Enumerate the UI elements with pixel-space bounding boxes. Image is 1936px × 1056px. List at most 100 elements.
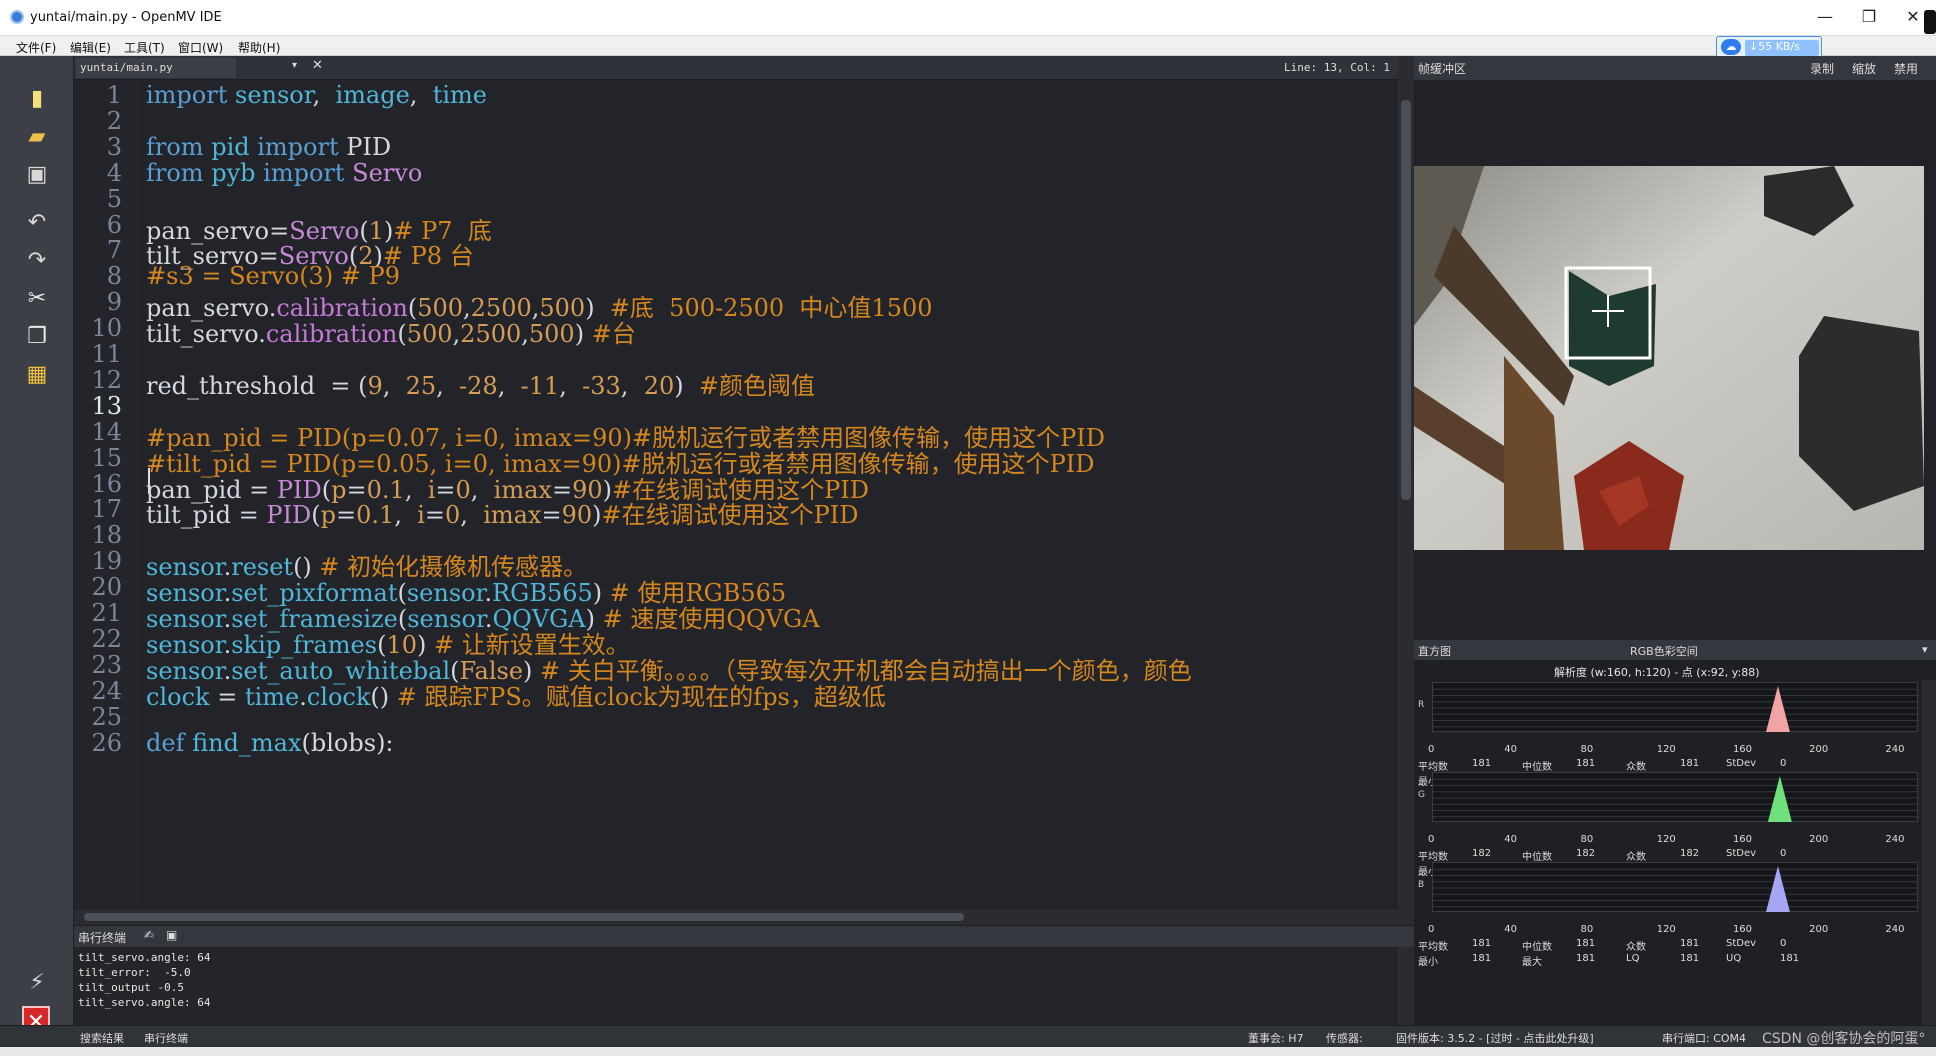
histogram-scrollbar[interactable] <box>1922 680 1936 1025</box>
editor-vertical-scrollbar[interactable] <box>1398 80 1414 910</box>
openmv-app-icon <box>10 10 24 24</box>
line-number: 24 <box>91 676 122 705</box>
window-title: yuntai/main.py - OpenMV IDE <box>30 10 222 25</box>
cursor-position: Line: 13, Col: 1 <box>1284 61 1390 74</box>
histogram-tick-label: 0 <box>1428 744 1435 755</box>
network-speed-widget[interactable]: ☁ ↓55 KB/s <box>1716 36 1822 58</box>
code-line: tilt_pid = PID(p=0.1, i=0, imax=90)#在线调试… <box>146 501 859 530</box>
connect-icon[interactable]: ⚡ <box>22 968 52 998</box>
stat-value-median: 182 <box>1576 848 1596 859</box>
minimize-button[interactable]: — <box>1808 6 1842 28</box>
line-number: 17 <box>91 495 122 524</box>
menu-bar: 文件(F) 编辑(E) 工具(T) 窗口(W) 帮助(H) <box>0 36 1936 56</box>
stat-label-median: 中位数 <box>1522 852 1552 863</box>
menu-window[interactable]: 窗口(W) <box>178 39 223 56</box>
firmware-version[interactable]: 固件版本: 3.5.2 - [过时 - 点击此处升级] <box>1396 1030 1594 1046</box>
histogram-header: 直方图 RGB色彩空间 ▾ <box>1414 640 1936 660</box>
camera-frame-image <box>1414 166 1924 550</box>
editor-horizontal-scrollbar[interactable] <box>74 910 1398 924</box>
terminal-save-icon[interactable]: ▣ <box>166 928 177 942</box>
stat-label-mode: 众数 <box>1626 942 1646 953</box>
new-file-icon[interactable]: ▮ <box>22 84 52 114</box>
record-button[interactable]: 录制 <box>1810 60 1834 77</box>
histogram-tick-label: 240 <box>1885 924 1905 935</box>
line-number: 11 <box>91 340 122 368</box>
board-info: 董事会: H7 <box>1248 1032 1304 1045</box>
undo-icon[interactable]: ↶ <box>22 208 52 238</box>
line-number: 1 <box>106 81 122 109</box>
code-line: from pid import PID <box>146 132 392 161</box>
stat-value-stdev: 0 <box>1780 938 1787 949</box>
stat-label-mode: 众数 <box>1626 762 1646 773</box>
stat-label-median: 中位数 <box>1522 942 1552 953</box>
side-pin-widget[interactable] <box>1924 10 1936 34</box>
serial-terminal-header: 串行终端 ✍ ▣ <box>74 925 1414 947</box>
line-number: 10 <box>91 314 122 343</box>
stat-value-median: 181 <box>1576 758 1596 769</box>
stat-value-mode: 182 <box>1680 848 1700 859</box>
code-line: tilt_servo.calibration(500,2500,500) #台 <box>146 320 636 349</box>
framebuffer-view[interactable] <box>1414 80 1936 640</box>
line-number-gutter: 1 2 3 4 5 6 7 8 9 10 11 12 13 14 15 16 17 18 19 20 21 22 23 24 2… <box>74 80 140 910</box>
terminal-clear-icon[interactable]: ✍ <box>144 928 154 942</box>
stat-label-stdev: StDev <box>1726 848 1757 859</box>
menu-tools[interactable]: 工具(T) <box>124 39 165 56</box>
code-line: import sensor, image, time <box>146 81 487 109</box>
stat-value-min: 181 <box>1472 953 1492 964</box>
histogram-peak-r <box>1765 686 1790 732</box>
disable-button[interactable]: 禁用 <box>1894 60 1918 77</box>
line-number: 2 <box>106 106 122 135</box>
sensor-info: 传感器: <box>1326 1032 1363 1045</box>
histogram-axis-label: B <box>1418 880 1425 890</box>
stat-label-uq: UQ <box>1726 953 1742 964</box>
left-toolbar: ▮ ▰ ▣ ↶ ↷ ✂ ❐ ▦ ⚡ ✕ <box>0 56 74 1056</box>
histogram-tick-label: 120 <box>1656 924 1676 935</box>
stat-value-mean: 181 <box>1472 758 1492 769</box>
tab-main-py[interactable]: yuntai/main.py <box>76 58 236 78</box>
openmv-ide-window: yuntai/main.py - OpenMV IDE — ❐ ✕ 文件(F) … <box>0 0 1936 1056</box>
taskbar-strip <box>0 1047 1936 1056</box>
stat-label-min: 最小 <box>1418 957 1438 968</box>
cut-icon[interactable]: ✂ <box>22 284 52 314</box>
stat-value-uq: 181 <box>1780 953 1800 964</box>
search-results-tab[interactable]: 搜索结果 <box>80 1030 124 1046</box>
histogram-tick-label: 240 <box>1885 744 1905 755</box>
title-bar: yuntai/main.py - OpenMV IDE — ❐ ✕ <box>0 0 1936 36</box>
copy-icon[interactable]: ❐ <box>22 322 52 352</box>
redo-icon[interactable]: ↷ <box>22 246 52 276</box>
menu-file[interactable]: 文件(F) <box>16 39 56 56</box>
save-icon[interactable]: ▣ <box>22 160 52 190</box>
stat-value-mode: 181 <box>1680 758 1700 769</box>
menu-edit[interactable]: 编辑(E) <box>70 39 111 56</box>
line-number: 6 <box>106 210 122 239</box>
histogram-tick-label: 120 <box>1656 744 1676 755</box>
line-number: 8 <box>106 262 122 291</box>
restore-button[interactable]: ❐ <box>1852 6 1886 28</box>
stat-label-mean: 平均数 <box>1418 852 1448 863</box>
chevron-down-icon[interactable]: ▾ <box>292 60 297 71</box>
open-folder-icon[interactable]: ▰ <box>22 122 52 152</box>
colorspace-select[interactable]: RGB色彩空间 <box>1630 643 1698 659</box>
histogram-panel: 解析度 (w:160, h:120) - 点 (x:92, y:88) R 0 40… <box>1414 660 1936 1025</box>
line-number: 13 <box>91 391 122 420</box>
serial-line: tilt_error: -5.0 <box>78 966 191 979</box>
close-tab-icon[interactable]: ✕ <box>312 58 323 73</box>
stat-label-median: 中位数 <box>1522 762 1552 773</box>
histogram-peak-b <box>1765 866 1790 912</box>
histogram-plot-b <box>1432 862 1919 912</box>
code-editor[interactable]: import sensor, image, time from pid impor… <box>140 80 1398 910</box>
histogram-plot-g <box>1432 772 1919 822</box>
line-number: 21 <box>91 599 122 627</box>
histogram-tick-label: 40 <box>1504 924 1517 935</box>
stat-label-lq: LQ <box>1626 953 1640 964</box>
line-number: 12 <box>91 365 122 394</box>
line-number: 18 <box>91 521 122 550</box>
serial-terminal-tab[interactable]: 串行终端 <box>144 1030 188 1046</box>
paste-icon[interactable]: ▦ <box>22 360 52 390</box>
serial-terminal-output[interactable]: tilt_servo.angle: 64 tilt_error: -5.0 ti… <box>74 947 1398 1025</box>
zoom-button[interactable]: 缩放 <box>1852 60 1876 77</box>
stat-value-mean: 181 <box>1472 938 1492 949</box>
stat-value-mean: 182 <box>1472 848 1492 859</box>
menu-help[interactable]: 帮助(H) <box>238 39 280 56</box>
chevron-down-icon[interactable]: ▾ <box>1922 643 1928 656</box>
